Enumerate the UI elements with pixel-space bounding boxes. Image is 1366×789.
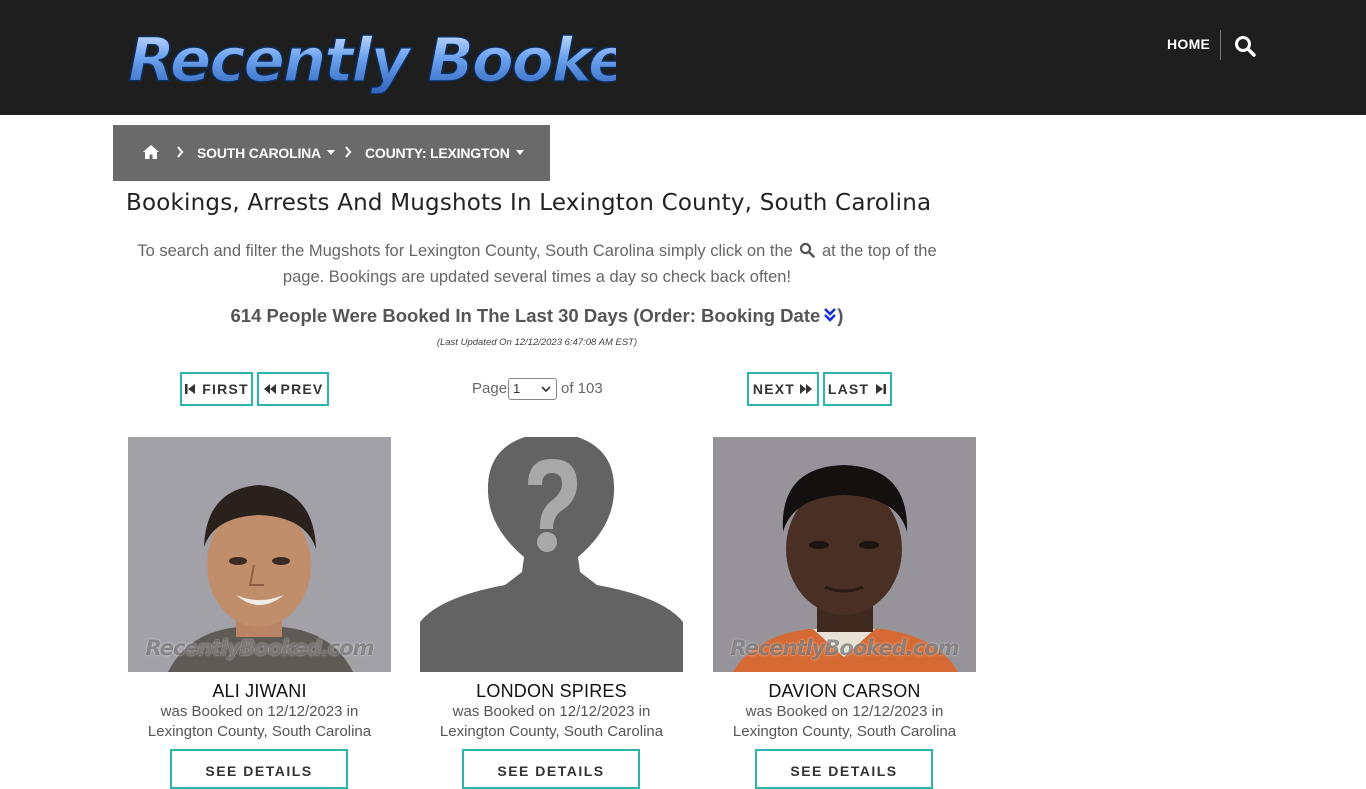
- watermark: RecentlyBooked.com: [730, 636, 959, 660]
- first-page-label: FIRST: [202, 381, 249, 397]
- booking-description: was Booked on 12/12/2023 in Lexington Co…: [128, 702, 391, 742]
- svg-text:Recently Booked: Recently Booked: [128, 25, 616, 94]
- intro-text-part: To search and filter the Mugshots for Le…: [137, 242, 793, 260]
- nav-divider: [1220, 30, 1221, 60]
- search-icon[interactable]: [1234, 35, 1256, 57]
- rewind-icon: [263, 384, 276, 394]
- mugshot-image[interactable]: [420, 437, 683, 672]
- skip-to-start-icon: [185, 384, 196, 394]
- last-page-button[interactable]: LAST: [823, 372, 892, 406]
- page-label: Page: [472, 380, 508, 397]
- booking-count-text: ): [837, 305, 844, 326]
- page-title: Bookings, Arrests And Mugshots In Lexing…: [126, 190, 932, 216]
- site-header: Recently Booked HOME: [0, 0, 1366, 115]
- page-select[interactable]: 1: [508, 378, 557, 400]
- watermark: RecentlyBooked.com: [145, 636, 374, 660]
- see-details-button[interactable]: SEE DETAILS: [462, 749, 640, 789]
- nav-home-link[interactable]: HOME: [1167, 36, 1210, 52]
- fast-forward-icon: [800, 384, 813, 394]
- breadcrumb-state-dropdown[interactable]: SOUTH CAROLINA: [197, 145, 335, 161]
- booking-count-heading: 614 People Were Booked In The Last 30 Da…: [118, 305, 956, 327]
- caret-down-icon: [326, 150, 335, 155]
- prev-page-button[interactable]: PREV: [257, 372, 329, 406]
- caret-down-icon: [515, 150, 524, 155]
- booking-count-text: 614 People Were Booked In The Last 30 Da…: [230, 305, 821, 326]
- booking-date-text: was Booked on 12/12/2023 in: [745, 703, 944, 720]
- breadcrumb: SOUTH CAROLINA COUNTY: LEXINGTON: [113, 125, 550, 181]
- chevron-right-icon: [345, 146, 352, 158]
- skip-to-end-icon: [876, 384, 887, 394]
- intro-text: To search and filter the Mugshots for Le…: [118, 238, 956, 290]
- search-icon: [800, 242, 816, 258]
- chevron-down-icon: [541, 386, 551, 393]
- see-details-button[interactable]: SEE DETAILS: [755, 749, 933, 789]
- mugshot-image[interactable]: RecentlyBooked.com: [128, 437, 391, 672]
- person-name-link[interactable]: London Spires: [420, 681, 683, 702]
- next-page-button[interactable]: NEXT: [747, 372, 819, 406]
- person-name-link[interactable]: Ali Jiwani: [128, 681, 391, 702]
- booking-location-text: Lexington County, South Carolina: [732, 723, 957, 740]
- last-updated-text: (Last Updated On 12/12/2023 6:47:08 AM E…: [436, 337, 638, 348]
- booking-location-text: Lexington County, South Carolina: [147, 723, 372, 740]
- site-logo[interactable]: Recently Booked: [126, 18, 616, 94]
- booking-description: was Booked on 12/12/2023 in Lexington Co…: [420, 702, 683, 742]
- next-page-label: NEXT: [752, 381, 796, 397]
- page-select-value: 1: [513, 381, 521, 396]
- breadcrumb-county-dropdown[interactable]: COUNTY: LEXINGTON: [365, 145, 524, 161]
- home-icon[interactable]: [142, 144, 160, 160]
- booking-location-text: Lexington County, South Carolina: [439, 723, 664, 740]
- person-name-link[interactable]: Davion Carson: [713, 681, 976, 702]
- mugshot-image[interactable]: RecentlyBooked.com: [713, 437, 976, 672]
- last-page-label: LAST: [827, 381, 870, 397]
- page-total-label: of 103: [561, 380, 603, 397]
- double-chevron-down-icon[interactable]: [823, 307, 837, 323]
- first-page-button[interactable]: FIRST: [180, 372, 253, 406]
- see-details-button[interactable]: SEE DETAILS: [170, 749, 348, 789]
- chevron-right-icon: [177, 146, 184, 158]
- no-photo-placeholder-icon: [420, 437, 683, 672]
- booking-date-text: was Booked on 12/12/2023 in: [160, 703, 359, 720]
- booking-date-text: was Booked on 12/12/2023 in: [452, 703, 651, 720]
- booking-description: was Booked on 12/12/2023 in Lexington Co…: [713, 702, 976, 742]
- prev-page-label: PREV: [280, 381, 324, 397]
